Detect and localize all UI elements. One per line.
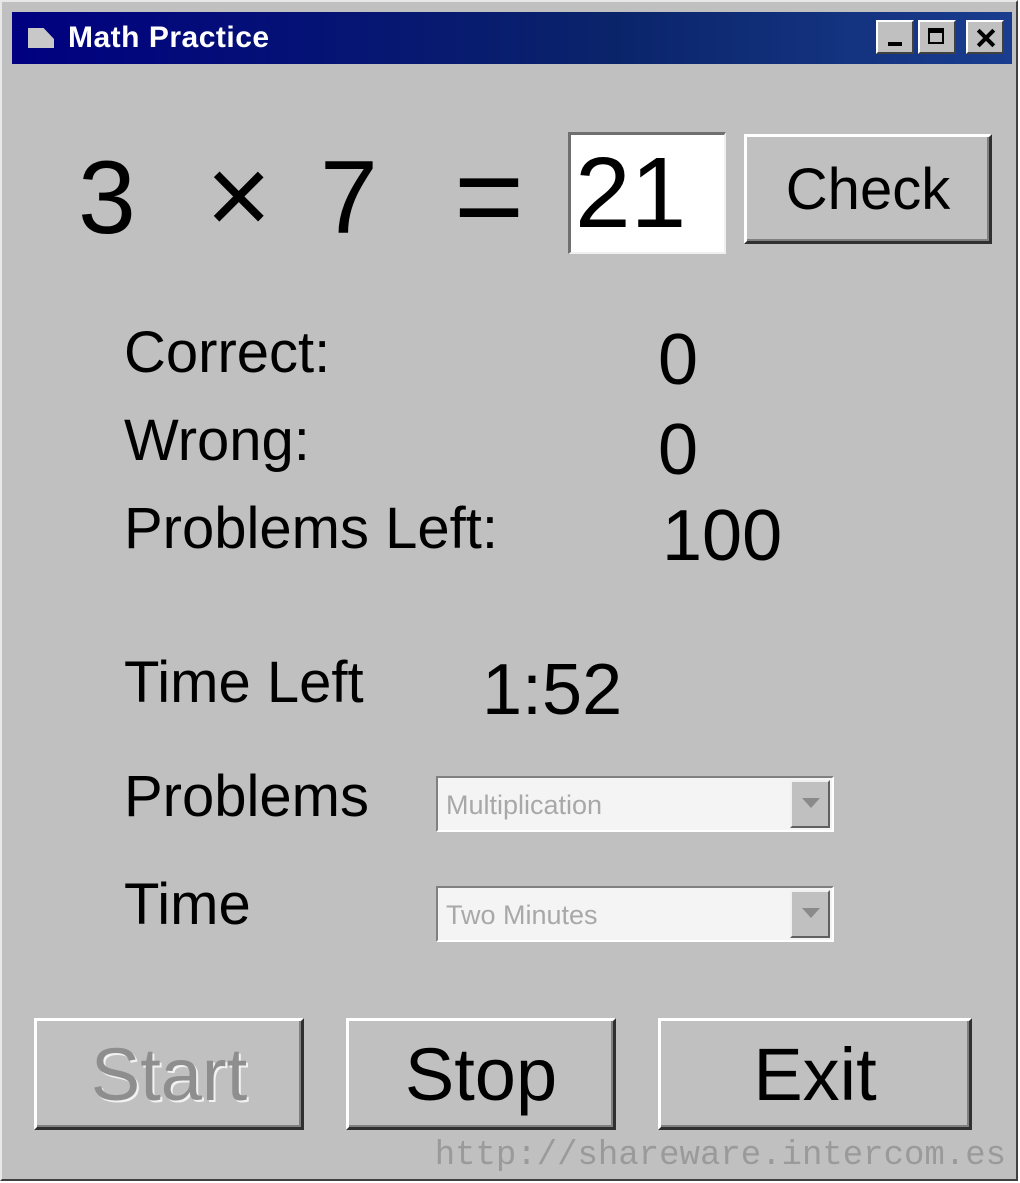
wrong-label: Wrong: (124, 408, 310, 473)
wrong-value: 0 (658, 410, 699, 490)
stop-button[interactable]: Stop (346, 1018, 616, 1130)
exit-button[interactable]: Exit (658, 1018, 972, 1130)
time-select-label: Time (124, 872, 251, 937)
answer-input[interactable] (568, 132, 726, 254)
close-icon[interactable] (966, 20, 1004, 54)
start-button[interactable]: Start (34, 1018, 304, 1130)
window-title: Math Practice (68, 21, 270, 54)
exit-button-label: Exit (753, 1032, 877, 1116)
minimize-icon[interactable] (876, 20, 914, 54)
stop-button-label: Stop (404, 1032, 558, 1116)
math-practice-window: Math Practice 3 × 7 = Check Correct: 0 W… (0, 0, 1018, 1181)
operator-sign: × (206, 133, 272, 258)
chevron-down-icon[interactable] (790, 780, 830, 828)
title-bar[interactable]: Math Practice (12, 12, 1012, 64)
time-select[interactable]: Two Minutes (436, 886, 834, 942)
watermark-url: http://shareware.intercom.es (434, 1137, 1006, 1175)
equals-sign: = (454, 129, 525, 263)
problems-left-label: Problems Left: (124, 496, 498, 561)
operand-1: 3 (78, 140, 136, 256)
problems-select-label: Problems (124, 764, 369, 829)
check-button-label: Check (785, 156, 951, 222)
maximize-icon[interactable] (918, 20, 956, 54)
time-select-value: Two Minutes (446, 900, 598, 930)
operand-2: 7 (320, 140, 378, 256)
problems-left-value: 100 (662, 496, 783, 576)
problems-select[interactable]: Multiplication (436, 776, 834, 832)
start-button-label: Start (90, 1032, 248, 1116)
correct-label: Correct: (124, 320, 331, 385)
time-left-value: 1:52 (482, 650, 623, 730)
chevron-down-icon[interactable] (790, 890, 830, 938)
app-icon[interactable] (28, 28, 54, 48)
correct-value: 0 (658, 320, 699, 400)
time-left-label: Time Left (124, 650, 364, 715)
problems-select-value: Multiplication (446, 790, 603, 820)
check-button[interactable]: Check (744, 134, 992, 244)
